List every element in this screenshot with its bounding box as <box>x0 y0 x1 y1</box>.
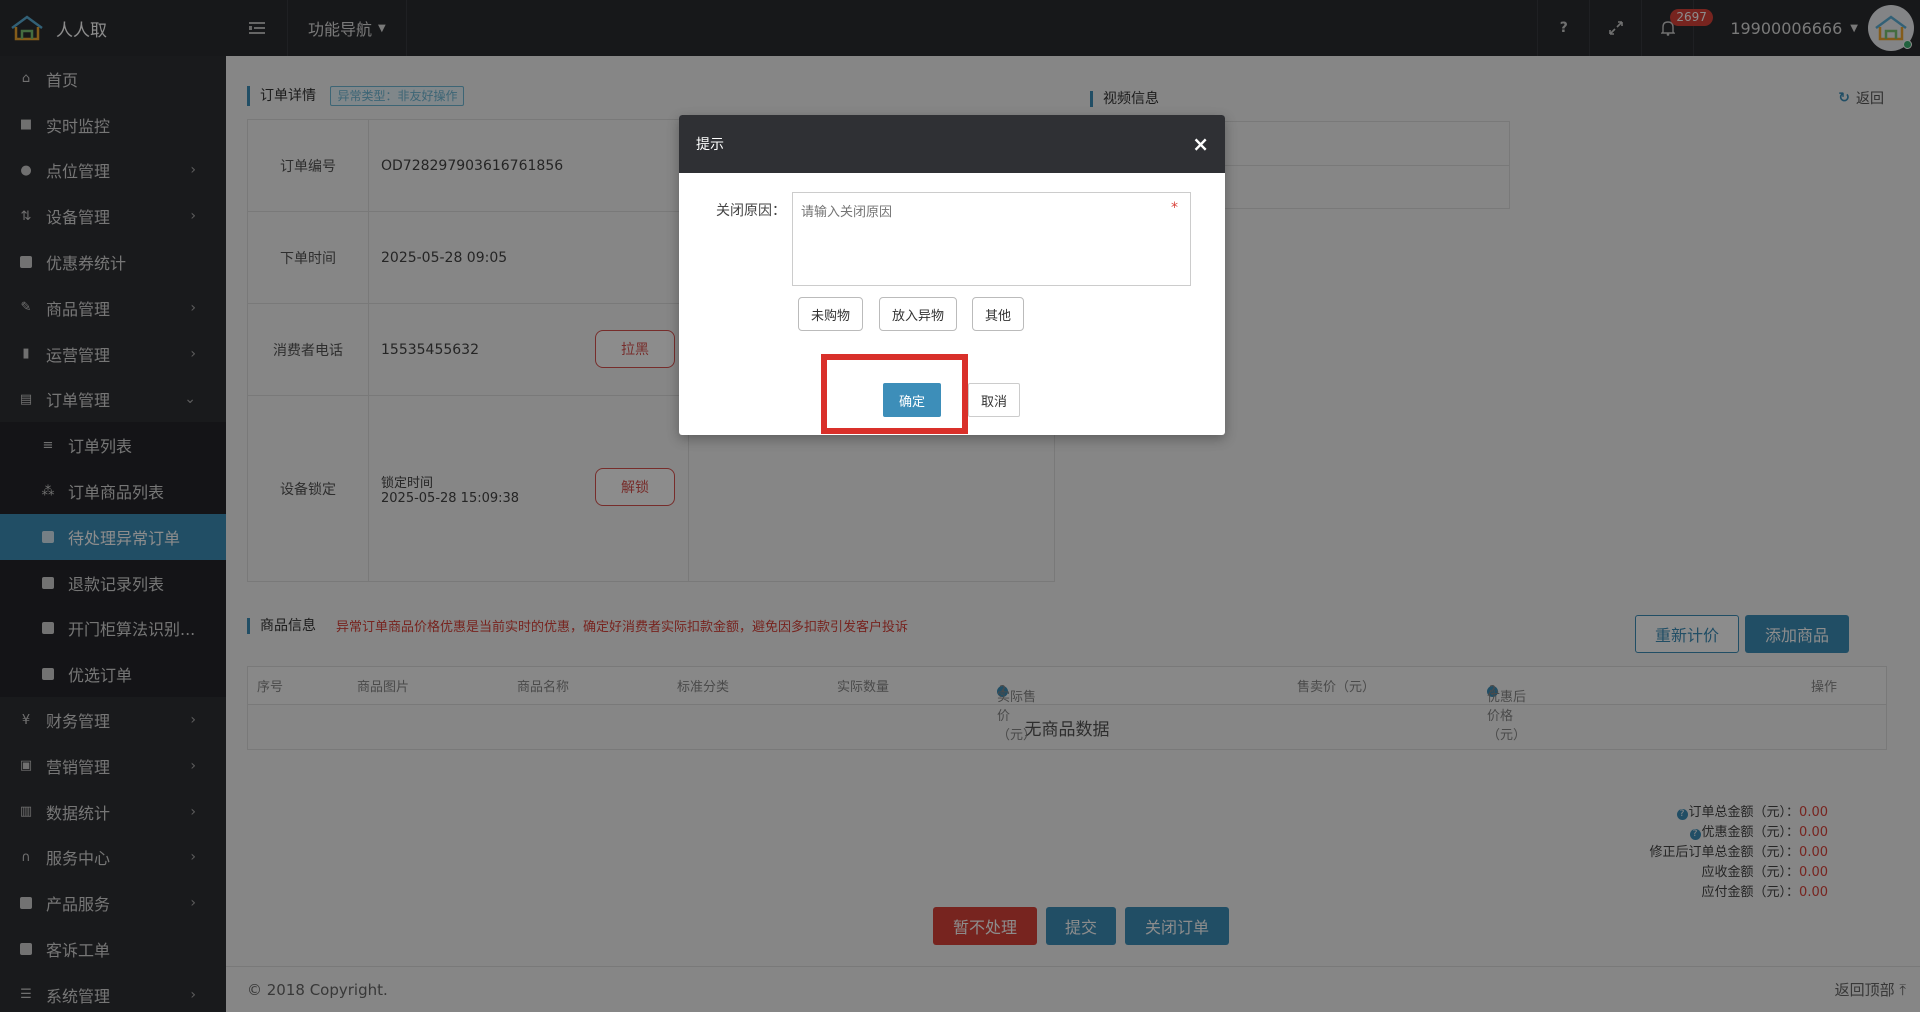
reason-other-button[interactable]: 其他 <box>972 297 1025 331</box>
cancel-button[interactable]: 取消 <box>968 383 1020 417</box>
required-mark: * <box>1171 200 1178 216</box>
close-reason-input[interactable] <box>792 192 1191 286</box>
close-icon[interactable]: × <box>1192 134 1209 154</box>
close-reason-label: 关闭原因： <box>716 203 786 219</box>
reason-no-purchase-button[interactable]: 未购物 <box>798 297 864 331</box>
reason-foreign-object-button[interactable]: 放入异物 <box>879 297 958 331</box>
dialog-title: 提示 <box>696 137 724 153</box>
confirm-highlight-box <box>821 354 968 434</box>
dialog-header: 提示 × <box>679 115 1225 173</box>
